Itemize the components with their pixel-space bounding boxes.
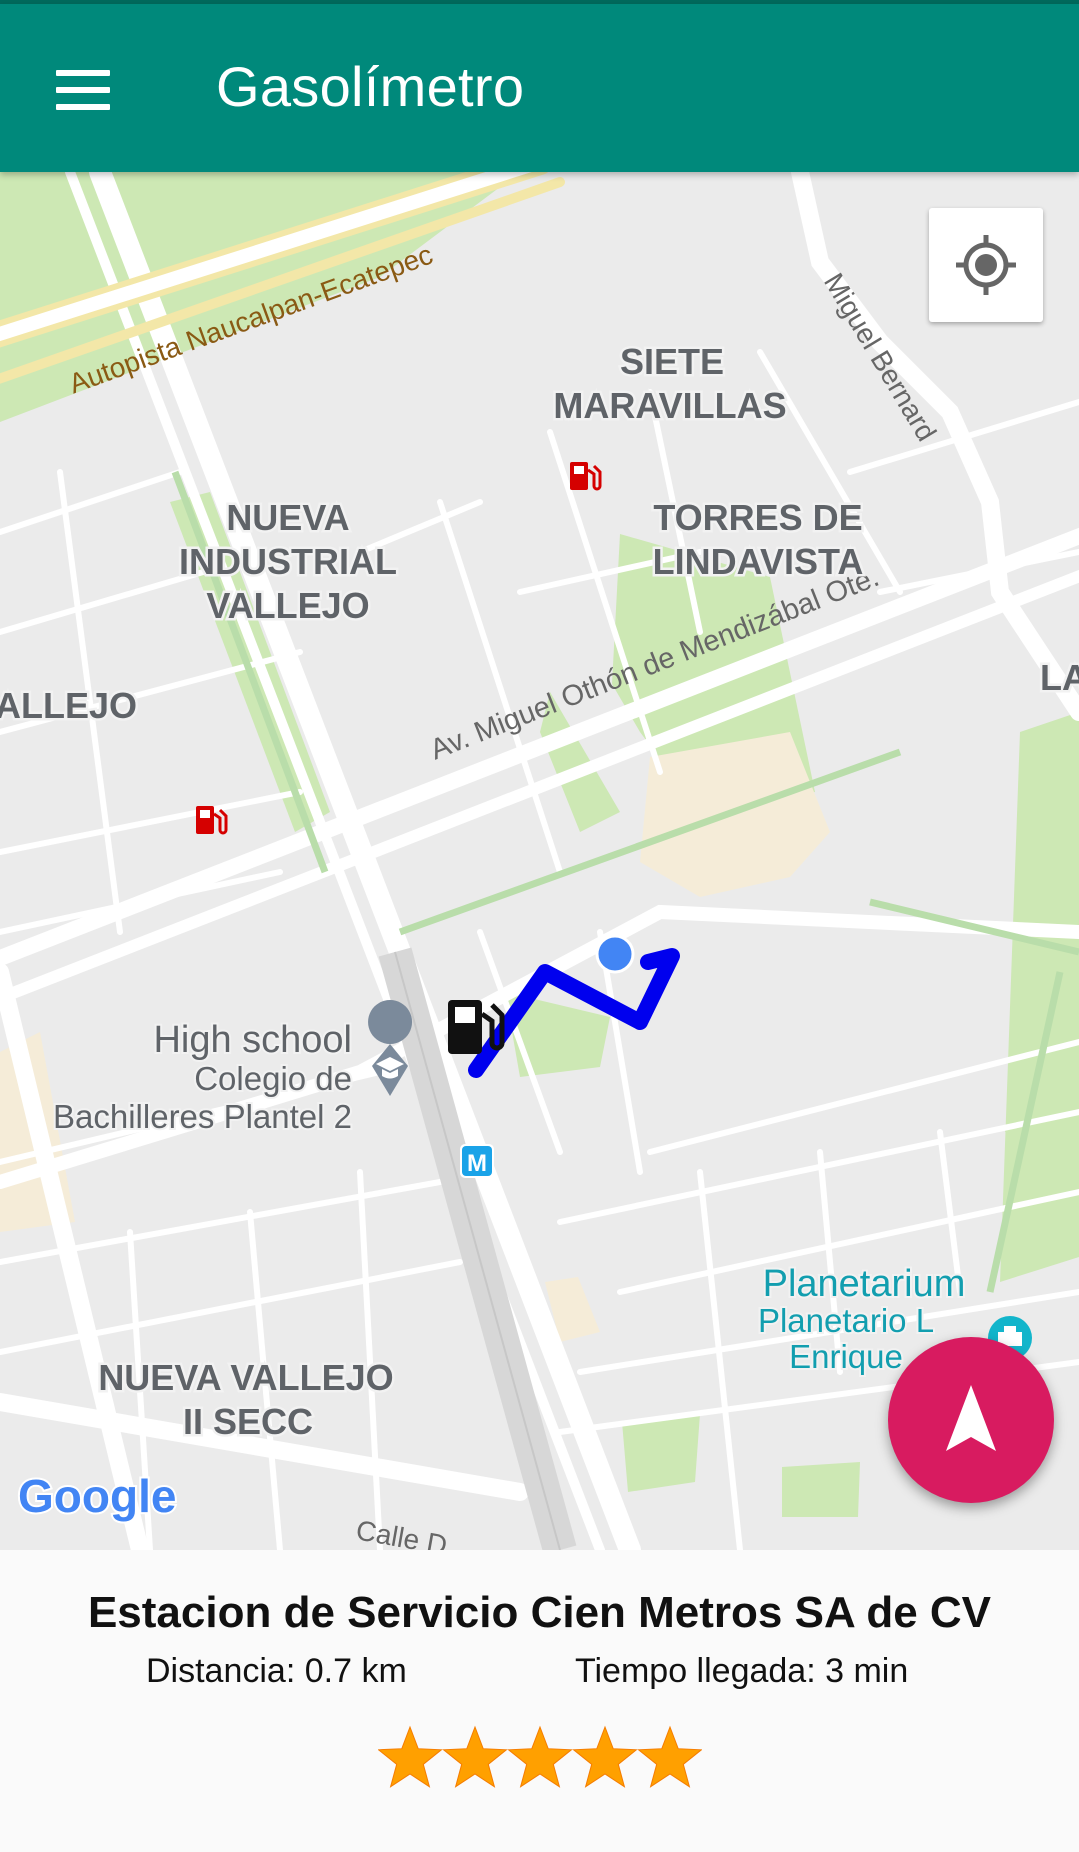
my-location-icon bbox=[956, 235, 1016, 295]
my-location-button[interactable] bbox=[929, 208, 1043, 322]
label-nueva-ind-1: NUEVA bbox=[226, 497, 349, 538]
rating-stars bbox=[378, 1725, 702, 1788]
star-icon bbox=[637, 1725, 702, 1788]
label-siete-1: SIETE bbox=[620, 341, 724, 382]
label-la-partial: LA bbox=[1040, 657, 1079, 698]
road-label-calle: Calle D bbox=[354, 1514, 450, 1550]
station-name: Estacion de Servicio Cien Metros SA de C… bbox=[87, 1588, 992, 1637]
navigate-fab-button[interactable] bbox=[888, 1337, 1054, 1503]
label-torres-2: LINDAVISTA bbox=[653, 541, 864, 582]
gas-station-pin-icon-2[interactable] bbox=[196, 806, 228, 835]
road-label-miguel-othon: Av. Miguel Othón de Mendizábal Ote. bbox=[426, 561, 884, 766]
destination-gas-pump-icon[interactable] bbox=[448, 1000, 505, 1054]
planetarium-line2: Planetario L bbox=[758, 1302, 934, 1339]
app-bar: Gasolímetro bbox=[0, 4, 1079, 172]
metro-station-icon[interactable]: M bbox=[460, 1144, 494, 1178]
planetarium-title: Planetarium bbox=[763, 1263, 966, 1305]
road-label-autopista: Autopista Naucalpan-Ecatepec bbox=[65, 239, 437, 400]
road-label-miguel-bernard: Miguel Bernard bbox=[818, 268, 942, 447]
school-type-label: High school bbox=[153, 1019, 352, 1061]
label-nueva-vallejo-1: NUEVA VALLEJO bbox=[98, 1357, 393, 1398]
star-icon bbox=[572, 1725, 638, 1788]
station-info-panel: Estacion de Servicio Cien Metros SA de C… bbox=[0, 1550, 1079, 1852]
label-nueva-vallejo-2: II SECC bbox=[183, 1401, 313, 1442]
route-line bbox=[468, 948, 680, 1078]
navigation-arrow-icon bbox=[946, 1385, 996, 1451]
school-name-label-2: Bachilleres Plantel 2 bbox=[53, 1098, 352, 1135]
school-poi[interactable]: High school Colegio de Bachilleres Plant… bbox=[51, 1017, 354, 1137]
label-nueva-ind-2: INDUSTRIAL bbox=[179, 541, 397, 582]
label-siete-2: MARAVILLAS bbox=[553, 385, 786, 426]
planetarium-line3: Enrique bbox=[789, 1338, 903, 1375]
google-logo: Google bbox=[18, 1470, 176, 1522]
hamburger-menu-icon[interactable] bbox=[40, 48, 124, 132]
gas-station-pin-icon[interactable] bbox=[570, 462, 602, 491]
label-torres-1: TORRES DE bbox=[653, 497, 862, 538]
user-location-dot bbox=[595, 934, 635, 974]
label-vallejo-partial: ALLEJO bbox=[0, 685, 137, 726]
station-eta: Tiempo llegada: 3 min bbox=[575, 1652, 909, 1690]
label-nueva-ind-3: VALLEJO bbox=[206, 585, 369, 626]
star-icon bbox=[442, 1725, 508, 1788]
star-icon bbox=[378, 1725, 443, 1788]
metro-label: M bbox=[467, 1150, 487, 1177]
school-name-label-1: Colegio de bbox=[194, 1060, 352, 1097]
star-icon bbox=[507, 1725, 573, 1788]
station-distance: Distancia: 0.7 km bbox=[146, 1652, 407, 1690]
school-pin-icon[interactable] bbox=[368, 1000, 413, 1096]
app-title: Gasolímetro bbox=[216, 55, 525, 118]
